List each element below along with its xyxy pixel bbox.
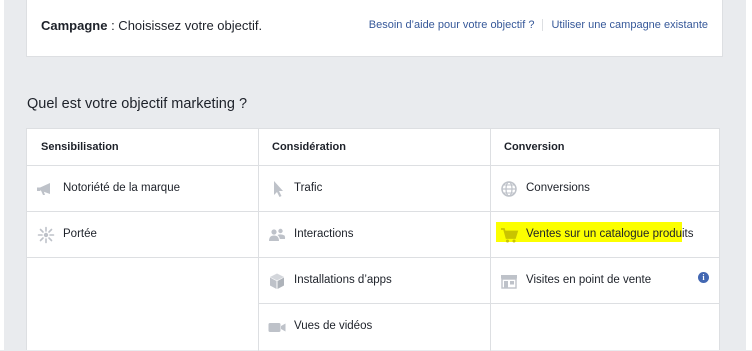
objective-video-views[interactable]: Vues de vidéos [258,304,490,350]
help-link[interactable]: Besoin d’aide pour votre objectif ? [369,19,535,31]
objective-brand-awareness[interactable]: Notoriété de la marque [27,166,258,212]
objective-catalog-sales[interactable]: Ventes sur un catalogue produits [490,212,720,258]
header-links: Besoin d’aide pour votre objectif ? Util… [369,19,708,31]
objective-label: Trafic [294,182,323,194]
objective-app-installs[interactable]: Installations d’apps [258,258,490,304]
burst-icon [37,226,55,244]
box-icon [270,273,284,289]
page-edge-left [0,0,4,350]
cursor-icon [274,181,283,197]
empty-cell [490,304,720,350]
objective-label: Conversions [526,182,590,194]
column-awareness: Sensibilisation Notoriété de la marque P… [27,129,259,351]
page-title: Quel est votre objectif marketing ? [27,96,248,112]
column-consideration: Considération Trafic Interactions Instal… [258,129,491,351]
objective-label: Vues de vidéos [294,320,373,332]
info-icon[interactable]: i [698,272,709,283]
page-edge-right [746,0,752,350]
objective-label: Interactions [294,228,354,240]
campaign-title: Campagne : Choisissez votre objectif. [41,18,262,33]
column-header: Considération [258,129,490,166]
objective-label: Notoriété de la marque [63,182,180,194]
column-header: Sensibilisation [27,129,258,166]
objective-label: Visites en point de vente [526,274,652,286]
objective-grid: Sensibilisation Notoriété de la marque P… [26,128,720,351]
campaign-header-card: Campagne : Choisissez votre objectif. Be… [26,0,723,57]
objective-reach[interactable]: Portée [27,212,258,258]
video-camera-icon [268,323,286,332]
existing-campaign-link[interactable]: Utiliser une campagne existante [551,19,708,31]
people-icon [269,228,286,241]
objective-label: Portée [63,228,97,240]
objective-store-visits[interactable]: Visites en point de vente i [490,258,720,304]
campaign-text: : Choisissez votre objectif. [107,18,263,33]
objective-conversions[interactable]: Conversions [490,166,720,212]
shopping-cart-icon [501,228,519,243]
link-separator [542,19,544,31]
column-header: Conversion [490,129,720,166]
objective-traffic[interactable]: Trafic [258,166,490,212]
globe-icon [501,181,517,197]
megaphone-icon [37,183,50,195]
campaign-label: Campagne [41,18,108,33]
objective-label: Ventes sur un catalogue produits [526,228,694,240]
storefront-icon [501,275,517,289]
objective-engagement[interactable]: Interactions [258,212,490,258]
objective-label: Installations d’apps [294,274,392,286]
column-conversion: Conversion Conversions Ventes sur un cat… [490,129,720,351]
